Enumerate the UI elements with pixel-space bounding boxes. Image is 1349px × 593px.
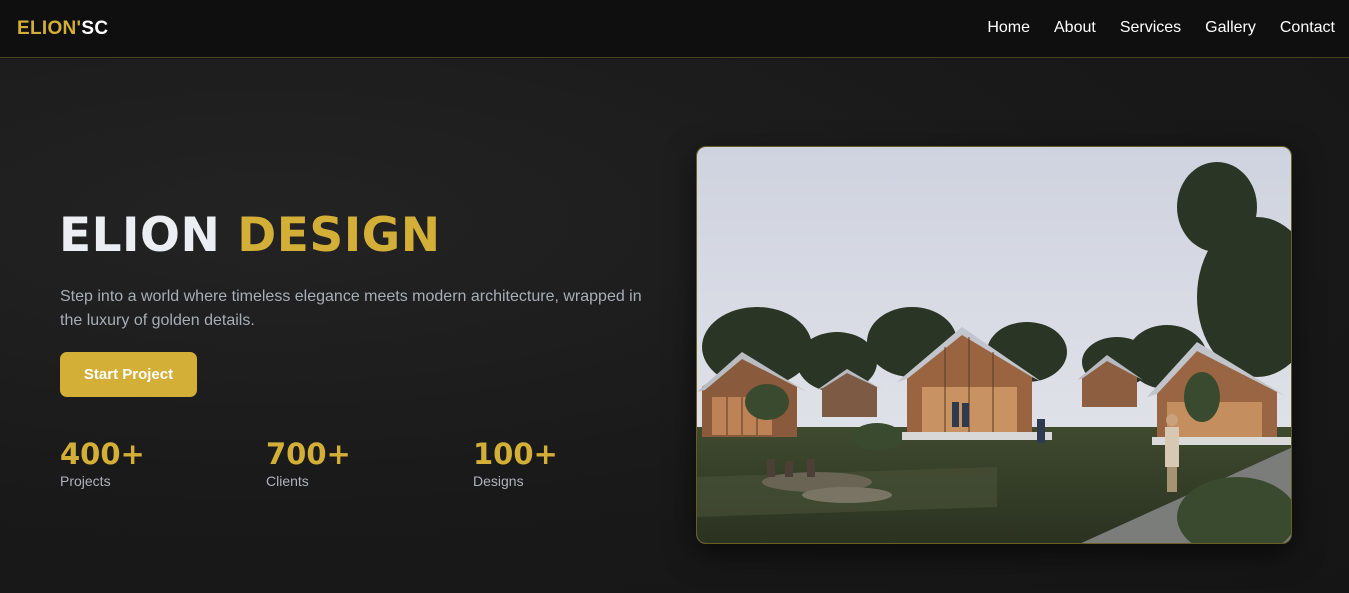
nav-links: Home About Services Gallery Contact xyxy=(987,19,1335,37)
hero-section: ELION DESIGN Step into a world where tim… xyxy=(0,59,1349,593)
hero-title-white: ELION xyxy=(59,208,221,263)
logo-part-gold: ELION' xyxy=(17,18,82,39)
hero-subtitle: Step into a world where timeless eleganc… xyxy=(60,288,642,329)
hero-image xyxy=(696,146,1292,544)
stat-label: Designs xyxy=(473,473,524,489)
hero-title-gold: DESIGN xyxy=(237,208,441,263)
hero-title: ELION DESIGN xyxy=(59,208,441,263)
start-project-button[interactable]: Start Project xyxy=(60,352,197,397)
cabins-render-image xyxy=(697,147,1291,543)
nav-link-gallery[interactable]: Gallery xyxy=(1205,19,1256,37)
nav-link-services[interactable]: Services xyxy=(1120,19,1181,37)
stat-label: Projects xyxy=(60,473,111,489)
nav-link-home[interactable]: Home xyxy=(987,19,1030,37)
stat-value: 100+ xyxy=(473,437,558,471)
stat-projects: 400+ Projects xyxy=(60,437,145,489)
nav-link-contact[interactable]: Contact xyxy=(1280,19,1335,37)
logo-part-white: SC xyxy=(81,18,109,39)
navbar: ELION'SC Home About Services Gallery Con… xyxy=(0,0,1349,58)
stat-label: Clients xyxy=(266,473,309,489)
stat-value: 400+ xyxy=(60,437,145,471)
logo[interactable]: ELION'SC xyxy=(17,18,108,40)
stat-value: 700+ xyxy=(266,437,351,471)
stat-designs: 100+ Designs xyxy=(473,437,558,489)
nav-link-about[interactable]: About xyxy=(1054,19,1096,37)
stat-clients: 700+ Clients xyxy=(266,437,351,489)
